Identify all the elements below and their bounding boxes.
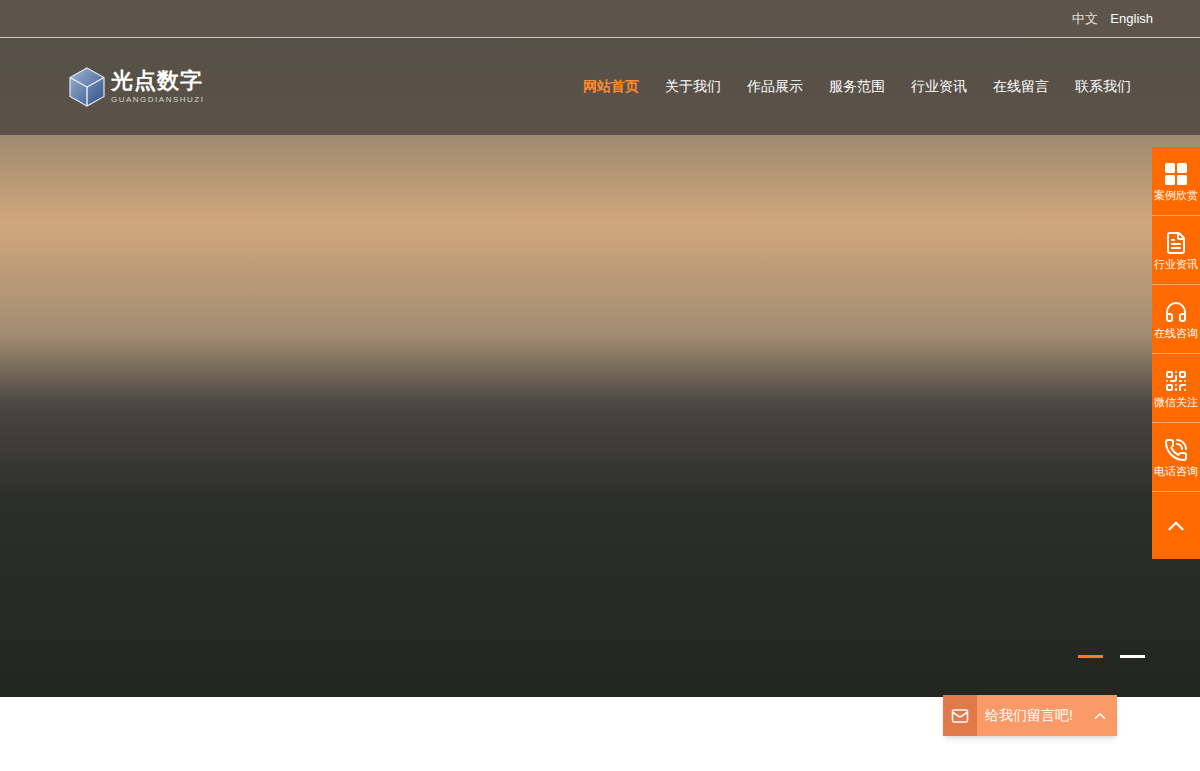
headset-icon bbox=[1164, 300, 1188, 324]
logo-subtitle: GUANGDIANSHUZI bbox=[111, 96, 204, 104]
side-toolbar-item[interactable]: 微信关注 bbox=[1152, 354, 1200, 423]
cube-logo-icon bbox=[69, 67, 105, 107]
side-toolbar-item[interactable]: 案例欣赏 bbox=[1152, 147, 1200, 216]
side-toolbar: 案例欣赏行业资讯在线咨询微信关注电话咨询 bbox=[1152, 147, 1200, 559]
nav-item[interactable]: 服务范围 bbox=[829, 76, 885, 97]
nav-bar: 光点数字 GUANGDIANSHUZI 网站首页 关于我们 作品展示 服务范围 行业资讯 在线… bbox=[0, 38, 1200, 135]
hero-banner: 中文 English 光点数字 GUANGDIANSHUZI 网站首页 关于我们 作品展示 服… bbox=[0, 0, 1200, 697]
nav-item[interactable]: 在线留言 bbox=[993, 76, 1049, 97]
slider-dot[interactable] bbox=[1120, 655, 1145, 658]
mail-icon bbox=[951, 707, 969, 725]
side-toolbar-item[interactable]: 电话咨询 bbox=[1152, 423, 1200, 492]
logo[interactable]: 光点数字 GUANGDIANSHUZI bbox=[69, 67, 204, 107]
nav-item[interactable]: 关于我们 bbox=[665, 76, 721, 97]
page: 中文 English 光点数字 GUANGDIANSHUZI 网站首页 关于我们 作品展示 服… bbox=[0, 0, 1200, 771]
main-nav: 网站首页 关于我们 作品展示 服务范围 行业资讯 在线留言 联系我们 bbox=[583, 76, 1131, 97]
nav-item[interactable]: 行业资讯 bbox=[911, 76, 967, 97]
phone-icon bbox=[1164, 438, 1188, 462]
message-bar-label: 给我们留言吧! bbox=[985, 705, 1073, 726]
nav-item[interactable]: 网站首页 bbox=[583, 76, 639, 97]
logo-name: 光点数字 bbox=[111, 70, 204, 92]
side-toolbar-item[interactable]: 行业资讯 bbox=[1152, 216, 1200, 285]
document-icon bbox=[1164, 231, 1188, 255]
message-bar[interactable]: 给我们留言吧! bbox=[943, 695, 1117, 736]
language-link[interactable]: English bbox=[1110, 9, 1153, 29]
slider-dot[interactable] bbox=[1078, 655, 1103, 658]
nav-item[interactable]: 作品展示 bbox=[747, 76, 803, 97]
slider-dots bbox=[1078, 655, 1145, 658]
grid-icon bbox=[1164, 162, 1188, 186]
chevron-up-icon bbox=[1163, 513, 1189, 539]
top-bar: 中文 English bbox=[0, 0, 1200, 38]
side-toolbar-item[interactable]: 在线咨询 bbox=[1152, 285, 1200, 354]
back-to-top-button[interactable] bbox=[1152, 492, 1200, 559]
expand-icon bbox=[1091, 707, 1109, 725]
qr-code-icon bbox=[1164, 369, 1188, 393]
language-link[interactable]: 中文 bbox=[1072, 9, 1098, 29]
site-header: 中文 English 光点数字 GUANGDIANSHUZI 网站首页 关于我们 作品展示 服… bbox=[0, 0, 1200, 135]
nav-item[interactable]: 联系我们 bbox=[1075, 76, 1131, 97]
